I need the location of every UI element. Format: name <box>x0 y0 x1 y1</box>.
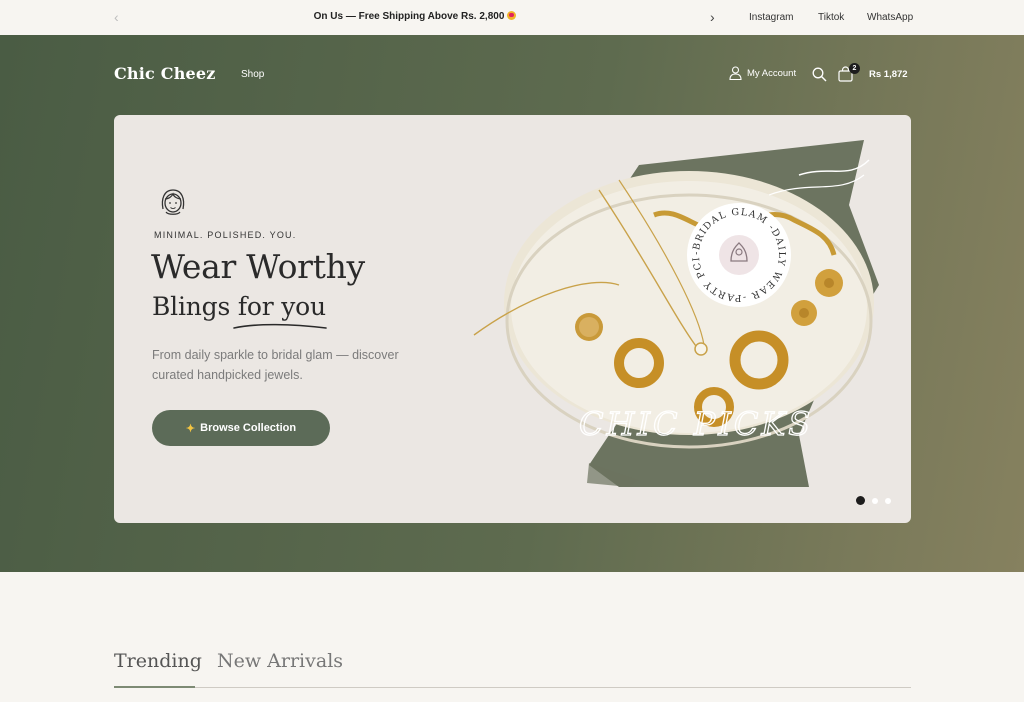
hero-subheading: Blings for you <box>152 292 326 321</box>
jewelry-tray-image: -BRIDAL GLAM -DAILY WEAR -PARTY PCIKS CH… <box>469 135 879 487</box>
sparkles-icon: ✦ <box>185 422 196 435</box>
hero-tagline: MINIMAL. POLISHED. YOU. <box>154 230 297 240</box>
user-icon <box>729 66 742 80</box>
hero-description: From daily sparkle to bridal glam — disc… <box>152 348 399 382</box>
whatsapp-link[interactable]: WhatsApp <box>867 12 913 23</box>
hero-heading: Wear Worthy <box>151 247 365 286</box>
woman-face-icon <box>158 187 188 224</box>
slide-dot-3[interactable] <box>885 497 891 504</box>
search-button[interactable] <box>812 67 827 87</box>
hero-slide: MINIMAL. POLISHED. YOU. Wear Worthy Blin… <box>114 115 911 523</box>
tab-new-arrivals[interactable]: New Arrivals <box>217 650 343 672</box>
chevron-right-icon[interactable]: › <box>710 9 715 25</box>
cart-count-badge: 2 <box>849 63 860 74</box>
slide-dot-1[interactable] <box>856 496 865 505</box>
my-account-label: My Account <box>747 67 797 79</box>
chic-picks-overlay: CHIC PICKS <box>579 405 813 443</box>
cart-total[interactable]: Rs 1,872 <box>869 69 908 80</box>
heart-eyes-emoji-icon <box>507 11 517 20</box>
slide-pagination <box>856 496 891 505</box>
instagram-link[interactable]: Instagram <box>749 12 793 23</box>
tab-trending[interactable]: Trending <box>114 650 202 672</box>
product-tabs: Trending New Arrivals <box>114 648 911 688</box>
nav-shop[interactable]: Shop <box>241 69 264 80</box>
active-tab-indicator <box>114 686 195 688</box>
hero-underline-swash <box>233 323 327 329</box>
my-account-link[interactable]: My Account <box>729 66 796 80</box>
site-logo[interactable]: Chic Cheez <box>114 64 216 83</box>
chevron-left-icon[interactable]: ‹ <box>114 9 119 25</box>
cart-button[interactable]: 2 <box>838 63 860 87</box>
tiktok-link[interactable]: Tiktok <box>818 12 844 23</box>
browse-collection-label: Browse Collection <box>200 422 297 434</box>
promo-text: On Us — Free Shipping Above Rs. 2,800 <box>313 11 505 22</box>
promo-text-wrap: On Us — Free Shipping Above Rs. 2,800 <box>300 11 530 22</box>
browse-collection-button[interactable]: ✦ Browse Collection <box>152 410 330 446</box>
announcement-bar: ‹ On Us — Free Shipping Above Rs. 2,800 … <box>0 0 1024 35</box>
slide-dot-2[interactable] <box>872 497 878 504</box>
search-icon <box>812 67 827 82</box>
